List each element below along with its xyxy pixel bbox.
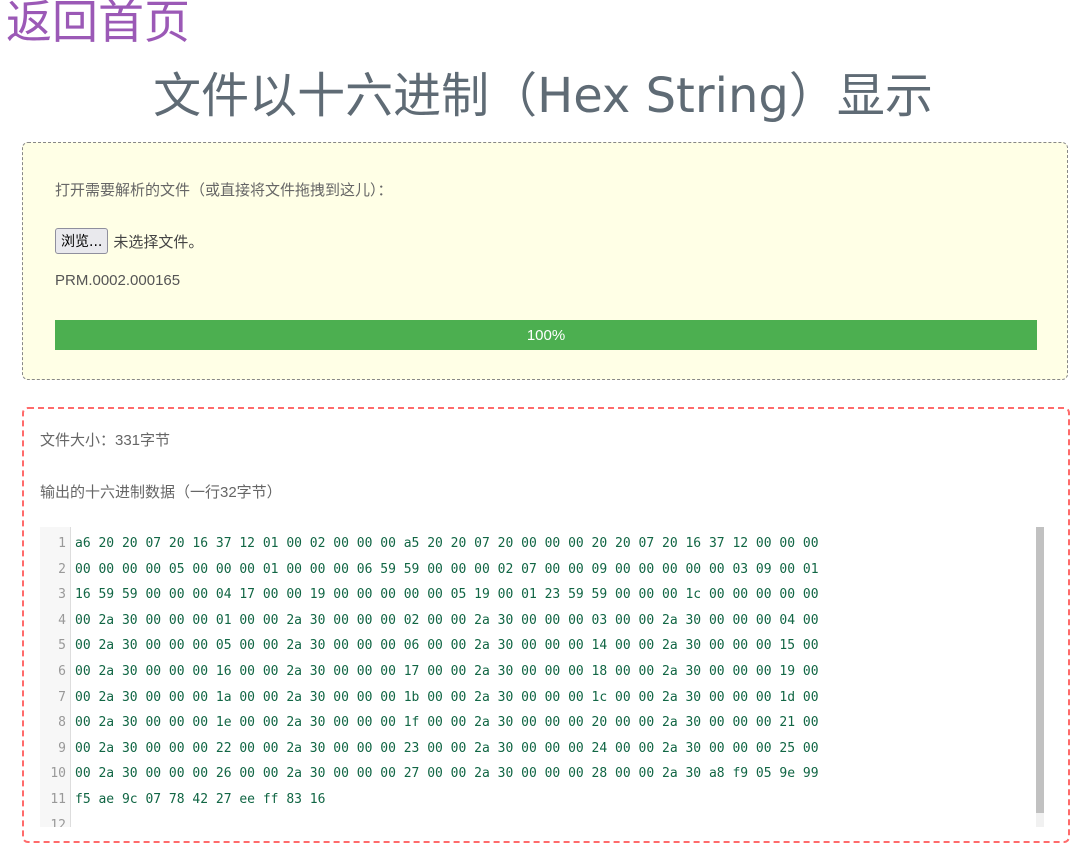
hex-text: 00 2a 30 00 00 00 05 00 00 2a 30 00 00 0… <box>75 638 819 654</box>
progress-bar: 100% <box>55 320 1037 350</box>
file-input[interactable]: 浏览... 未选择文件。 <box>55 228 203 254</box>
output-panel: 文件大小：331字节 输出的十六进制数据（一行32字节） 1 a6 20 20 0… <box>22 407 1070 843</box>
line-number: 3 <box>58 587 66 603</box>
progress-fill: 100% <box>55 320 1037 350</box>
hex-text: f5 ae 9c 07 78 42 27 ee ff 83 16 <box>75 792 326 807</box>
line-number: 2 <box>58 561 66 577</box>
hex-text: 00 2a 30 00 00 00 16 00 00 2a 30 00 00 0… <box>75 664 819 679</box>
hex-text: 00 00 00 00 05 00 00 00 01 00 00 00 06 5… <box>75 561 819 577</box>
scrollbar-thumb[interactable] <box>1036 527 1044 813</box>
line-number: 4 <box>58 612 66 628</box>
line-number: 1 <box>58 536 66 551</box>
back-home-link[interactable]: 返回首页 <box>6 0 190 50</box>
file-name: PRM.0002.000165 <box>55 272 181 289</box>
line-number: 10 <box>50 766 66 782</box>
browse-button[interactable]: 浏览... <box>55 228 109 254</box>
line-number: 12 <box>50 817 66 827</box>
line-number: 6 <box>58 664 66 679</box>
upload-panel[interactable]: 打开需要解析的文件（或直接将文件拖拽到这儿）： 浏览... 未选择文件。 PRM… <box>22 142 1068 380</box>
hex-text: 00 2a 30 00 00 00 22 00 00 2a 30 00 00 0… <box>75 740 819 756</box>
page-title: 文件以十六进制（Hex String）显示 <box>153 68 933 124</box>
hex-text: 00 2a 30 00 00 00 26 00 00 2a 30 00 00 0… <box>75 766 819 782</box>
hex-code-view[interactable]: 1 a6 20 20 07 20 16 37 12 01 00 02 00 00 … <box>40 527 1054 827</box>
hex-text: 16 59 59 00 00 00 04 17 00 00 19 00 00 0… <box>75 587 819 603</box>
upload-prompt: 打开需要解析的文件（或直接将文件拖拽到这儿）： <box>55 182 393 199</box>
line-number: 11 <box>50 792 66 807</box>
line-number: 5 <box>58 638 66 654</box>
output-label: 输出的十六进制数据（一行32字节） <box>40 484 282 501</box>
hex-text: 00 2a 30 00 00 00 1e 00 00 2a 30 00 00 0… <box>75 715 819 731</box>
hex-text: 00 2a 30 00 00 00 1a 00 00 2a 30 00 00 0… <box>75 689 819 705</box>
line-number: 8 <box>58 715 66 731</box>
line-number: 9 <box>58 740 66 756</box>
hex-text: 00 2a 30 00 00 00 01 00 00 2a 30 00 00 0… <box>75 612 819 628</box>
file-size-label: 文件大小：331字节 <box>40 432 171 449</box>
line-number: 7 <box>58 689 66 705</box>
vertical-scrollbar[interactable] <box>1036 527 1044 827</box>
hex-text: a6 20 20 07 20 16 37 12 01 00 02 00 00 0… <box>75 536 819 551</box>
no-file-label: 未选择文件。 <box>113 232 204 251</box>
